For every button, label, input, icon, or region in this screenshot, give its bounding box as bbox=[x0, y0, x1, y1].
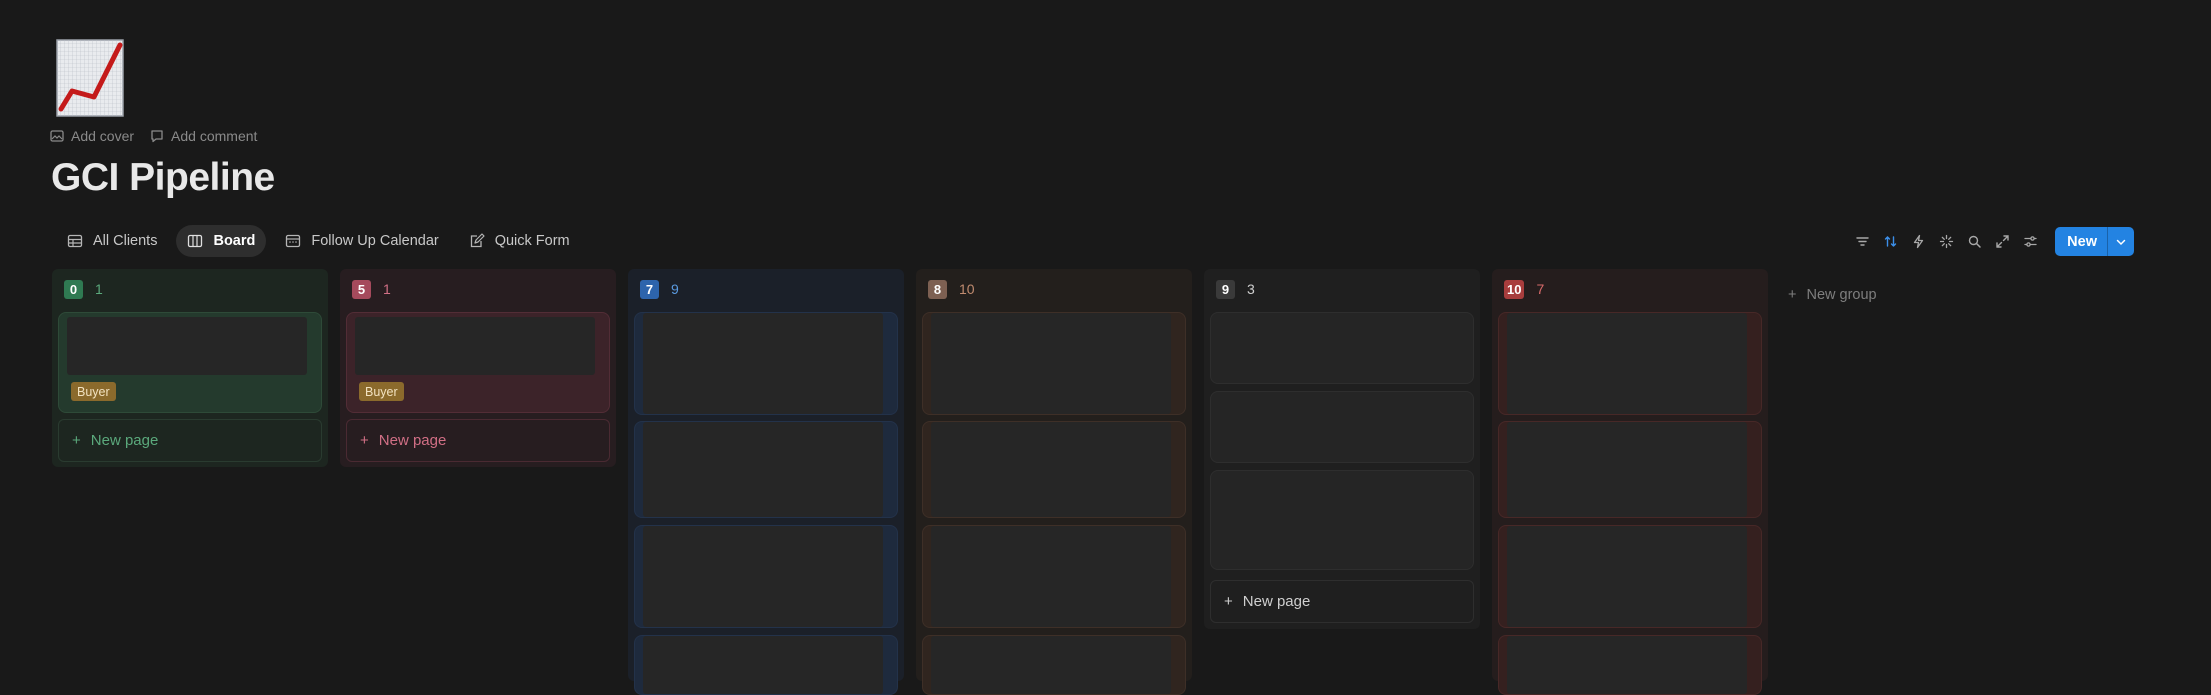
board-card[interactable] bbox=[634, 421, 898, 518]
board-card[interactable] bbox=[1498, 525, 1762, 628]
board-card[interactable] bbox=[1210, 470, 1474, 570]
board-card[interactable] bbox=[922, 312, 1186, 415]
buyer-tag: Buyer bbox=[359, 382, 404, 401]
board-column: 9 3 + New page bbox=[1204, 269, 1480, 629]
view-tabs: All Clients Board Follow Up Calendar Qui… bbox=[56, 225, 581, 257]
new-page-button[interactable]: + New page bbox=[1210, 580, 1474, 623]
board-card[interactable] bbox=[634, 525, 898, 628]
card-cover bbox=[643, 313, 883, 414]
add-cover-button[interactable]: Add cover bbox=[50, 128, 134, 144]
automation-icon[interactable] bbox=[1909, 233, 1927, 251]
board-column: 0 1 Buyer + New page bbox=[52, 269, 328, 467]
buyer-tag: Buyer bbox=[71, 382, 116, 401]
tab-label: Follow Up Calendar bbox=[311, 233, 439, 249]
filter-icon[interactable] bbox=[1853, 233, 1871, 251]
form-icon bbox=[470, 233, 485, 248]
tab-follow-up-calendar[interactable]: Follow Up Calendar bbox=[274, 225, 449, 257]
card-cover bbox=[643, 636, 883, 694]
plus-icon: + bbox=[360, 432, 369, 449]
new-group-label: New group bbox=[1806, 287, 1877, 303]
new-page-button[interactable]: + New page bbox=[58, 419, 322, 462]
expand-icon[interactable] bbox=[1993, 233, 2011, 251]
board-card[interactable] bbox=[1498, 635, 1762, 695]
add-comment-label: Add comment bbox=[171, 128, 258, 144]
image-icon bbox=[50, 130, 64, 142]
group-label[interactable]: 0 bbox=[64, 279, 83, 299]
add-comment-button[interactable]: Add comment bbox=[150, 128, 257, 144]
board-card[interactable] bbox=[922, 635, 1186, 695]
group-count: 10 bbox=[959, 281, 975, 297]
board-card[interactable] bbox=[922, 525, 1186, 628]
new-group-button[interactable]: + New group bbox=[1788, 287, 1877, 303]
board-column: 5 1 Buyer + New page bbox=[340, 269, 616, 467]
comment-icon bbox=[151, 130, 163, 143]
sort-icon[interactable] bbox=[1881, 233, 1899, 251]
group-count: 1 bbox=[383, 281, 391, 297]
card-cover bbox=[931, 422, 1171, 517]
tab-quick-form[interactable]: Quick Form bbox=[458, 225, 581, 257]
group-count: 7 bbox=[1536, 281, 1545, 297]
group-count: 1 bbox=[95, 281, 103, 297]
group-label[interactable]: 8 bbox=[928, 279, 947, 299]
group-count: 9 bbox=[671, 281, 679, 297]
board-card[interactable] bbox=[634, 635, 898, 695]
database-toolbar: New bbox=[1853, 227, 2134, 256]
tab-all-clients[interactable]: All Clients bbox=[56, 225, 168, 257]
table-icon bbox=[67, 234, 83, 248]
board-card[interactable] bbox=[1498, 312, 1762, 415]
tab-board[interactable]: Board bbox=[176, 225, 267, 257]
new-page-button[interactable]: + New page bbox=[346, 419, 610, 462]
card-cover bbox=[355, 317, 595, 375]
chevron-down-icon[interactable] bbox=[2107, 227, 2134, 256]
plus-icon: + bbox=[72, 432, 81, 449]
board-card[interactable] bbox=[1498, 421, 1762, 518]
board-column: 7 9 bbox=[628, 269, 904, 695]
card-cover bbox=[1507, 526, 1747, 627]
board-card[interactable]: Buyer bbox=[58, 312, 322, 413]
card-cover bbox=[931, 636, 1171, 694]
card-cover bbox=[1507, 422, 1747, 517]
card-cover bbox=[1507, 636, 1747, 694]
group-label[interactable]: 5 bbox=[352, 279, 371, 299]
card-cover bbox=[931, 526, 1171, 627]
card-cover bbox=[643, 526, 883, 627]
board-card[interactable] bbox=[922, 421, 1186, 518]
new-page-label: New page bbox=[90, 432, 159, 449]
card-cover bbox=[1507, 313, 1747, 414]
board-column: 10 7 bbox=[1492, 269, 1768, 695]
new-page-label: New page bbox=[378, 432, 447, 449]
new-button[interactable]: New bbox=[2055, 227, 2107, 256]
new-button-group: New bbox=[2055, 227, 2134, 256]
ai-sparkle-icon[interactable] bbox=[1937, 233, 1955, 251]
group-count: 3 bbox=[1247, 281, 1255, 297]
board-card[interactable] bbox=[1210, 312, 1474, 384]
group-label[interactable]: 10 bbox=[1504, 279, 1525, 299]
settings-icon[interactable] bbox=[2021, 233, 2039, 251]
page-title[interactable]: GCI Pipeline bbox=[51, 156, 275, 200]
board-card[interactable] bbox=[1210, 391, 1474, 463]
tab-label: Board bbox=[213, 233, 256, 249]
plus-icon: + bbox=[1224, 593, 1233, 610]
board-card[interactable]: Buyer bbox=[346, 312, 610, 413]
new-page-label: New page bbox=[1242, 593, 1311, 610]
calendar-icon bbox=[286, 234, 301, 248]
board-column: 8 10 bbox=[916, 269, 1192, 695]
plus-icon: + bbox=[1788, 287, 1797, 303]
add-cover-label: Add cover bbox=[71, 128, 135, 144]
card-cover bbox=[643, 422, 883, 517]
tab-label: Quick Form bbox=[494, 233, 570, 249]
tab-label: All Clients bbox=[93, 233, 158, 249]
board-card[interactable] bbox=[634, 312, 898, 415]
chart-increasing-icon[interactable] bbox=[56, 39, 124, 117]
board-icon bbox=[188, 234, 203, 248]
group-label[interactable]: 7 bbox=[640, 279, 659, 299]
group-label[interactable]: 9 bbox=[1216, 279, 1235, 299]
card-cover bbox=[67, 317, 307, 375]
search-icon[interactable] bbox=[1965, 233, 1983, 251]
card-cover bbox=[931, 313, 1171, 414]
